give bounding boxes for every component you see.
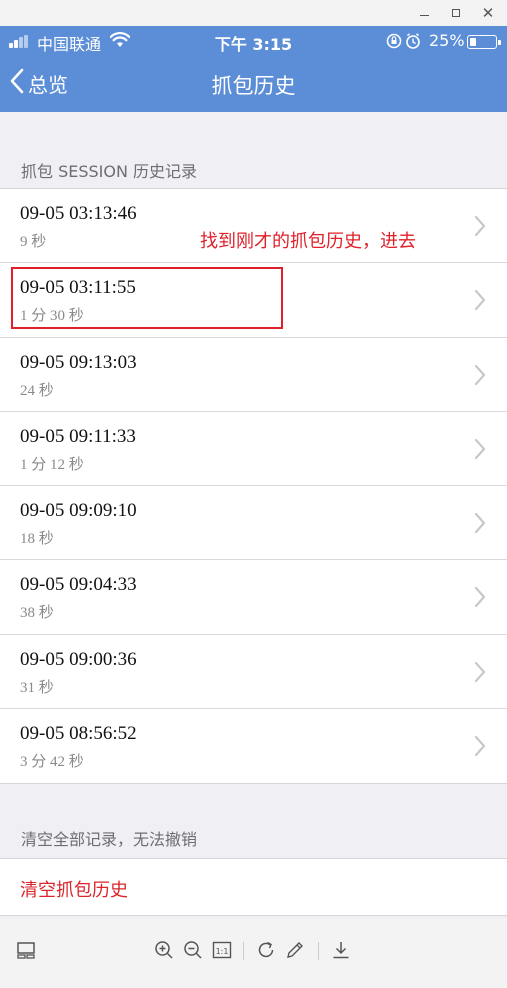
- page-title: 抓包历史: [211, 74, 296, 98]
- battery-percent: 25%: [429, 31, 465, 50]
- phone-screen: 中国联通 下午 3:15 25% 总览 抓包历史 抓包 SESSION 历史记录…: [0, 26, 507, 988]
- session-duration: 18 秒: [20, 531, 54, 548]
- session-time: 09-05 09:04:33: [20, 574, 137, 596]
- session-duration: 24 秒: [20, 382, 54, 399]
- chevron-right-icon: [474, 438, 486, 464]
- chevron-right-icon: [474, 512, 486, 538]
- actual-size-icon[interactable]: 1:1: [210, 938, 234, 962]
- toolbar-separator: [318, 942, 319, 960]
- navigation-bar: 总览 抓包历史: [0, 56, 507, 112]
- session-time: 09-05 09:11:33: [20, 425, 136, 447]
- toolbar-separator: [243, 942, 244, 960]
- chevron-right-icon: [474, 735, 486, 761]
- session-duration: 31 秒: [20, 679, 54, 696]
- battery-icon: [467, 35, 501, 49]
- edit-icon[interactable]: [283, 938, 307, 962]
- session-time: 09-05 08:56:52: [20, 723, 137, 745]
- session-time: 09-05 09:13:03: [20, 351, 137, 373]
- session-duration: 38 秒: [20, 605, 54, 622]
- session-time: 09-05 03:13:46: [20, 203, 137, 224]
- viewer-toolbar: 1:1: [0, 918, 507, 988]
- chevron-right-icon: [474, 215, 486, 241]
- session-row[interactable]: 09-05 09:00:36 31 秒: [0, 635, 507, 710]
- rotation-lock-icon: [386, 32, 424, 54]
- status-bar: 中国联通 下午 3:15 25%: [0, 26, 507, 56]
- session-duration: 9 秒: [20, 234, 47, 250]
- session-row[interactable]: 09-05 09:13:03 24 秒: [0, 338, 507, 412]
- chevron-right-icon: [474, 661, 486, 687]
- session-time: 09-05 09:00:36: [20, 648, 137, 670]
- session-row[interactable]: 09-05 09:09:10 18 秒: [0, 486, 507, 561]
- rotate-icon[interactable]: [254, 938, 278, 962]
- annotation-highlight-box: [11, 267, 283, 329]
- session-time: 09-05 09:09:10: [20, 500, 137, 522]
- app-header: 中国联通 下午 3:15 25% 总览 抓包历史: [0, 26, 507, 112]
- session-duration: 3 分 42 秒: [20, 754, 84, 771]
- actual-size-label: 1:1: [216, 947, 229, 956]
- chevron-right-icon: [474, 364, 486, 390]
- session-row[interactable]: 09-05 09:04:33 38 秒: [0, 560, 507, 635]
- minimize-icon[interactable]: [415, 4, 433, 22]
- chevron-right-icon: [474, 586, 486, 612]
- layout-icon[interactable]: [14, 938, 38, 962]
- maximize-icon[interactable]: [447, 4, 465, 22]
- session-row[interactable]: 09-05 08:56:52 3 分 42 秒: [0, 709, 507, 783]
- annotation-text: 找到刚才的抓包历史，进去: [200, 231, 416, 252]
- section-header: 抓包 SESSION 历史记录: [21, 162, 198, 181]
- close-icon[interactable]: ✕: [479, 4, 497, 22]
- clear-history-button[interactable]: 清空抓包历史: [0, 858, 507, 916]
- clear-hint: 清空全部记录，无法撤销: [21, 830, 198, 849]
- session-row[interactable]: 09-05 09:11:33 1 分 12 秒: [0, 412, 507, 487]
- chevron-right-icon: [474, 289, 486, 315]
- download-icon[interactable]: [329, 938, 353, 962]
- zoom-out-icon[interactable]: [181, 938, 205, 962]
- zoom-in-icon[interactable]: [152, 938, 176, 962]
- clear-history-label: 清空抓包历史: [20, 880, 128, 901]
- window-title-bar: ✕: [0, 0, 507, 26]
- session-duration: 1 分 12 秒: [20, 456, 84, 473]
